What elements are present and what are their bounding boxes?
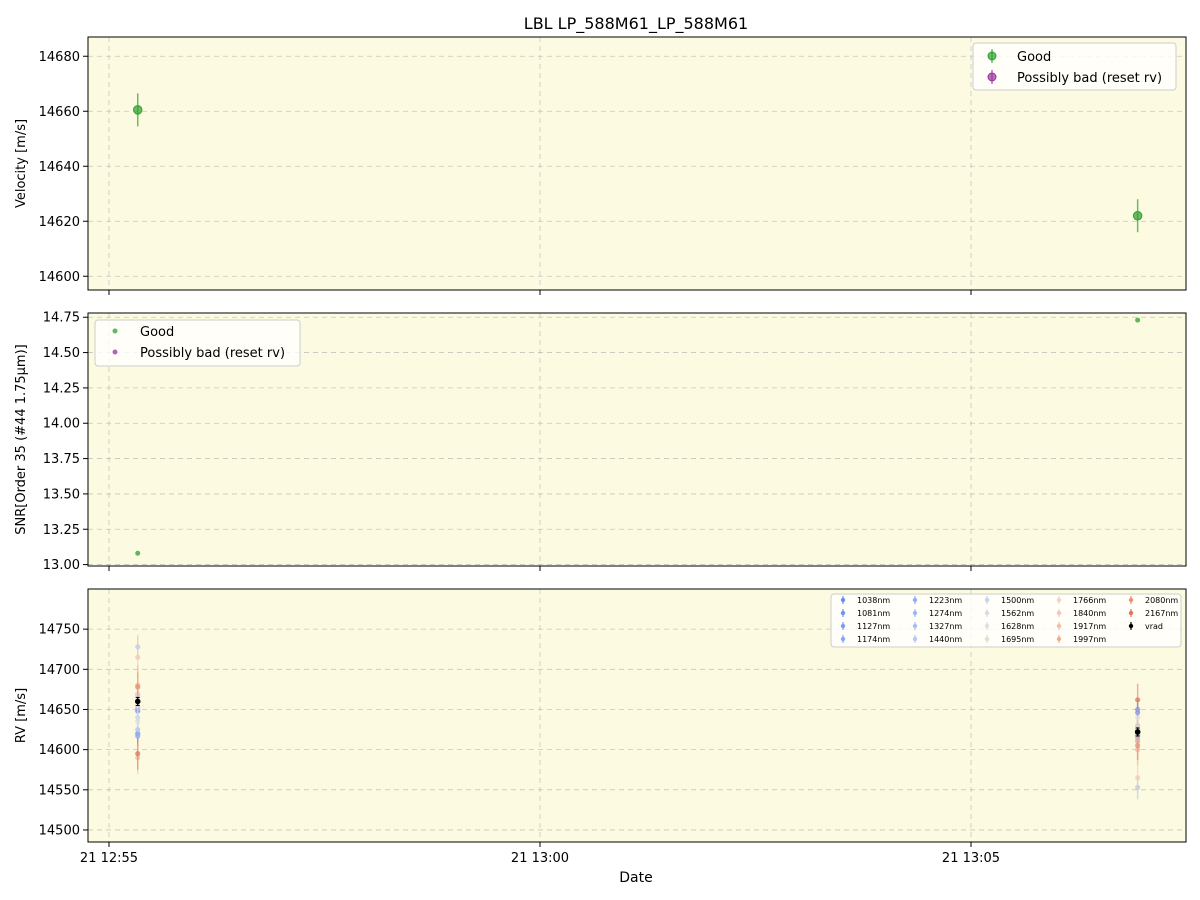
data-point [135, 550, 141, 556]
legend-marker [1056, 636, 1062, 642]
legend-marker [112, 328, 118, 334]
legend-label: 1628nm [1001, 622, 1034, 631]
legend-marker [1056, 597, 1062, 603]
legend-marker [840, 623, 846, 629]
legend: 1038nm 1081nm 1127nm 1174nm 1223nm 1274nm 1327… [830, 593, 1182, 648]
x-tick-label: 21 13:00 [511, 851, 569, 866]
y-axis-label: Velocity [m/s] [14, 119, 29, 208]
legend-label: Good [140, 325, 174, 340]
data-point [1134, 729, 1141, 735]
y-tick-label: 14500 [39, 823, 80, 838]
legend-label: 1500nm [1001, 596, 1034, 605]
y-tick-label: 14600 [39, 270, 80, 285]
legend-marker [840, 636, 846, 642]
legend: Good Possibly bad (reset rv) [972, 42, 1177, 91]
legend-marker [987, 72, 997, 82]
y-tick-label: 14750 [39, 623, 80, 638]
legend-label: 1766nm [1073, 596, 1106, 605]
legend-label: 1274nm [929, 609, 962, 618]
legend-label: 1840nm [1073, 609, 1106, 618]
legend-marker [984, 597, 990, 603]
legend-label: 1562nm [1001, 609, 1034, 618]
y-tick-label: 14.75 [43, 311, 80, 326]
legend-marker [1128, 610, 1134, 616]
figure-title: LBL LP_588M61_LP_588M61 [524, 14, 748, 34]
panel-snr: 13.00 13.25 13.50 13.75 14.00 14.25 14.50 14.75… [14, 311, 1187, 573]
legend-marker [912, 597, 918, 603]
x-axis-label: Date [619, 870, 652, 886]
legend-marker [1056, 610, 1062, 616]
legend-marker [912, 623, 918, 629]
panel-rv: 21 12:55 21 13:00 21 13:05 14500 14550 14600 1… [14, 588, 1187, 866]
y-axis-label: RV [m/s] [14, 688, 29, 743]
legend-marker [1128, 623, 1134, 629]
x-tick-label: 21 13:05 [942, 851, 1000, 866]
data-point [133, 105, 143, 115]
data-point [1135, 317, 1141, 323]
y-axis-label: SNR[Order 35 (#44 1.75μm)] [14, 344, 29, 535]
data-point [1135, 743, 1141, 749]
legend-label: 1695nm [1001, 635, 1034, 644]
legend-label: 1223nm [929, 596, 962, 605]
y-tick-label: 14550 [39, 783, 80, 798]
data-point [135, 654, 141, 660]
y-tick-label: 14.50 [43, 346, 80, 361]
panel-velocity: 14600 14620 14640 14660 14680 Velocity [m/s] G… [14, 36, 1187, 295]
data-point [135, 751, 141, 757]
legend-label: vrad [1145, 622, 1163, 631]
legend-label: 2080nm [1145, 596, 1178, 605]
legend-marker [1056, 623, 1062, 629]
data-point [135, 684, 141, 690]
legend-marker [112, 349, 118, 355]
legend-label: Possibly bad (reset rv) [1017, 71, 1162, 86]
legend-label: 1440nm [929, 635, 962, 644]
y-tick-label: 14680 [39, 50, 80, 65]
legend-marker [840, 610, 846, 616]
data-point [135, 718, 141, 725]
data-point [1132, 211, 1143, 221]
y-tick-label: 14650 [39, 703, 80, 718]
y-tick-label: 14.25 [43, 381, 80, 396]
legend-marker [840, 597, 846, 603]
y-tick-label: 14600 [39, 743, 80, 758]
legend-label: 1174nm [857, 635, 890, 644]
y-tick-label: 13.25 [43, 523, 80, 538]
figure: LBL LP_588M61_LP_588M61 Date 14600146201… [0, 0, 1200, 900]
y-tick-label: 14.00 [43, 417, 80, 432]
legend-marker [912, 610, 918, 616]
legend-label: Possibly bad (reset rv) [140, 346, 285, 361]
legend-marker [1128, 597, 1134, 603]
legend-label: 1127nm [857, 622, 890, 631]
x-tick-label: 21 12:55 [80, 851, 138, 866]
legend: Good Possibly bad (reset rv) [94, 319, 301, 367]
y-tick-label: 13.75 [43, 452, 80, 467]
legend-label: 1038nm [857, 596, 890, 605]
legend-marker [912, 636, 918, 642]
legend-label: 2167nm [1145, 609, 1178, 618]
data-point [134, 698, 141, 705]
legend-label: 1327nm [929, 622, 962, 631]
y-tick-label: 14620 [39, 215, 80, 230]
legend-label: 1081nm [857, 609, 890, 618]
y-tick-label: 14700 [39, 663, 80, 678]
y-tick-label: 14660 [39, 105, 80, 120]
y-tick-label: 13.50 [43, 487, 80, 502]
legend-marker [984, 636, 990, 642]
data-point [1135, 775, 1141, 781]
legend-label: 1917nm [1073, 622, 1106, 631]
legend-marker [987, 51, 997, 61]
legend-label: 1997nm [1073, 635, 1106, 644]
y-tick-label: 14640 [39, 160, 80, 175]
legend-marker [984, 623, 990, 629]
legend-label: Good [1017, 50, 1051, 65]
data-point [1135, 697, 1141, 703]
y-tick-label: 13.00 [43, 558, 80, 573]
legend-marker [984, 610, 990, 616]
